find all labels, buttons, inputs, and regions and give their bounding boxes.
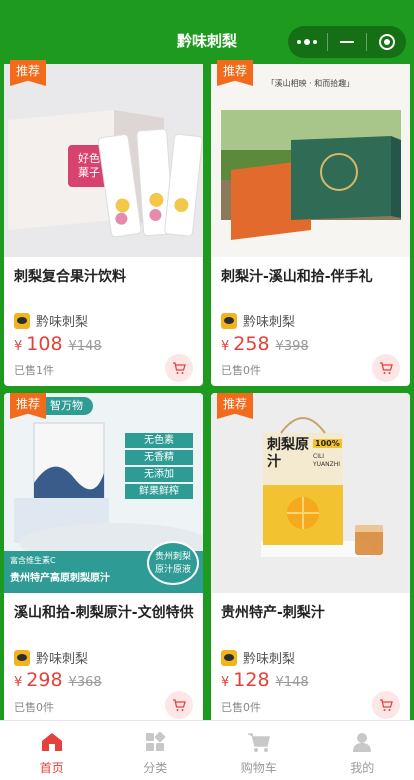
cart-icon bbox=[173, 699, 186, 711]
add-to-cart-button[interactable] bbox=[165, 691, 193, 719]
more-dots-icon bbox=[297, 39, 318, 45]
shop-logo-icon bbox=[221, 312, 237, 329]
product-grid: 好色 菓子 推荐 刺梨复合果汁饮料 黔味刺梨 ¥ 108 ¥148 已售1件 「… bbox=[0, 0, 414, 720]
minimize-button[interactable] bbox=[328, 26, 367, 58]
cart-icon bbox=[380, 362, 393, 374]
nav-bar: 黔味刺梨 bbox=[0, 0, 414, 64]
price-row: ¥ 258 ¥398 bbox=[221, 333, 309, 355]
original-price: ¥398 bbox=[275, 339, 309, 354]
shop-name: 黔味刺梨 bbox=[36, 652, 89, 667]
tab-label: 分类 bbox=[143, 761, 168, 775]
add-to-cart-button[interactable] bbox=[372, 691, 400, 719]
sold-count: 已售0件 bbox=[221, 701, 261, 714]
currency-symbol: ¥ bbox=[14, 339, 23, 354]
tab-label: 首页 bbox=[39, 761, 64, 775]
minimize-icon bbox=[340, 41, 354, 43]
image-bottom-big: 贵州特产高原刺梨原汁 bbox=[10, 573, 110, 584]
product-card[interactable]: 好色 菓子 推荐 刺梨复合果汁饮料 黔味刺梨 ¥ 108 ¥148 已售1件 bbox=[4, 40, 203, 386]
shop-logo-icon bbox=[14, 649, 30, 666]
price-row: ¥ 298 ¥368 bbox=[14, 669, 102, 691]
cart-icon bbox=[247, 733, 270, 752]
product-name: 贵州特产-刺梨汁 bbox=[221, 605, 325, 621]
original-price: ¥148 bbox=[68, 339, 102, 354]
add-to-cart-button[interactable] bbox=[165, 354, 193, 382]
user-icon bbox=[353, 733, 372, 752]
current-price: 258 bbox=[233, 333, 270, 355]
feature-tag: 无香精 bbox=[125, 450, 193, 465]
tab-home[interactable]: 首页 bbox=[0, 721, 104, 780]
product-name: 溪山和拾-刺梨原汁-文创特供 bbox=[14, 605, 194, 621]
image-top-label: 智万物 bbox=[44, 397, 93, 415]
tab-label: 购物车 bbox=[240, 761, 277, 775]
shop-name: 黔味刺梨 bbox=[243, 652, 296, 667]
feature-tag: 鲜果鲜榨 bbox=[125, 484, 193, 499]
sold-count: 已售1件 bbox=[14, 364, 54, 377]
product-image: 智万物 无色素 无香精 无添加 鲜果鲜榨 富含维生素C 贵州特产高原刺梨原汁 贵… bbox=[4, 393, 203, 593]
more-button[interactable] bbox=[288, 26, 327, 58]
tab-label: 我的 bbox=[350, 761, 375, 775]
tab-cart[interactable]: 购物车 bbox=[207, 721, 311, 780]
box-subtitle: CILI YUANZHI bbox=[313, 453, 341, 468]
category-icon bbox=[146, 731, 166, 751]
price-row: ¥ 108 ¥148 bbox=[14, 333, 102, 355]
feature-tag: 无色素 bbox=[125, 433, 193, 448]
currency-symbol: ¥ bbox=[221, 675, 230, 690]
product-name: 刺梨汁-溪山和拾-伴手礼 bbox=[221, 269, 373, 285]
shop-logo-icon bbox=[14, 312, 30, 329]
product-card[interactable]: 「溪山相映 · 和而拾趣」 推荐 刺梨汁-溪山和拾-伴手礼 黔味刺梨 ¥ 258… bbox=[211, 40, 410, 386]
shop-info: 黔味刺梨 bbox=[221, 648, 295, 667]
currency-symbol: ¥ bbox=[221, 339, 230, 354]
sold-count: 已售0件 bbox=[221, 364, 261, 377]
shop-name: 黔味刺梨 bbox=[36, 315, 89, 330]
sold-count: 已售0件 bbox=[14, 701, 54, 714]
cart-icon bbox=[380, 699, 393, 711]
shop-info: 黔味刺梨 bbox=[14, 648, 88, 667]
image-bottom-small: 富含维生素C bbox=[10, 556, 56, 565]
home-icon bbox=[41, 733, 62, 751]
tab-bar: 首页 分类 购物车 我的 bbox=[0, 720, 414, 780]
target-close-icon bbox=[378, 34, 395, 50]
close-button[interactable] bbox=[367, 26, 406, 58]
shop-info: 黔味刺梨 bbox=[221, 311, 295, 330]
box-title: 刺梨原汁 bbox=[267, 437, 309, 470]
current-price: 128 bbox=[233, 669, 270, 691]
tab-category[interactable]: 分类 bbox=[104, 721, 208, 780]
current-price: 298 bbox=[26, 669, 63, 691]
product-card[interactable]: 智万物 无色素 无香精 无添加 鲜果鲜榨 富含维生素C 贵州特产高原刺梨原汁 贵… bbox=[4, 393, 203, 720]
add-to-cart-button[interactable] bbox=[372, 354, 400, 382]
product-image: 刺梨原汁 100% CILI YUANZHI bbox=[211, 393, 410, 593]
original-price: ¥368 bbox=[68, 675, 102, 690]
product-card[interactable]: 刺梨原汁 100% CILI YUANZHI 推荐 贵州特产-刺梨汁 黔味刺梨 … bbox=[211, 393, 410, 720]
original-price: ¥148 bbox=[275, 675, 309, 690]
feature-tag: 无添加 bbox=[125, 467, 193, 482]
cart-icon bbox=[173, 362, 186, 374]
product-name: 刺梨复合果汁饮料 bbox=[14, 269, 126, 285]
shop-logo-icon bbox=[221, 649, 237, 666]
currency-symbol: ¥ bbox=[14, 675, 23, 690]
price-row: ¥ 128 ¥148 bbox=[221, 669, 309, 691]
box-brand-text: 好色 菓子 bbox=[78, 152, 100, 179]
feature-tags: 无色素 无香精 无添加 鲜果鲜榨 bbox=[125, 433, 193, 499]
image-seal: 贵州刺梨 原汁原液 bbox=[147, 541, 199, 585]
tab-profile[interactable]: 我的 bbox=[311, 721, 414, 780]
shop-name: 黔味刺梨 bbox=[243, 315, 296, 330]
mini-program-capsule bbox=[288, 26, 406, 58]
shop-info: 黔味刺梨 bbox=[14, 311, 88, 330]
current-price: 108 bbox=[26, 333, 63, 355]
box-side-label: 100% bbox=[313, 439, 342, 448]
